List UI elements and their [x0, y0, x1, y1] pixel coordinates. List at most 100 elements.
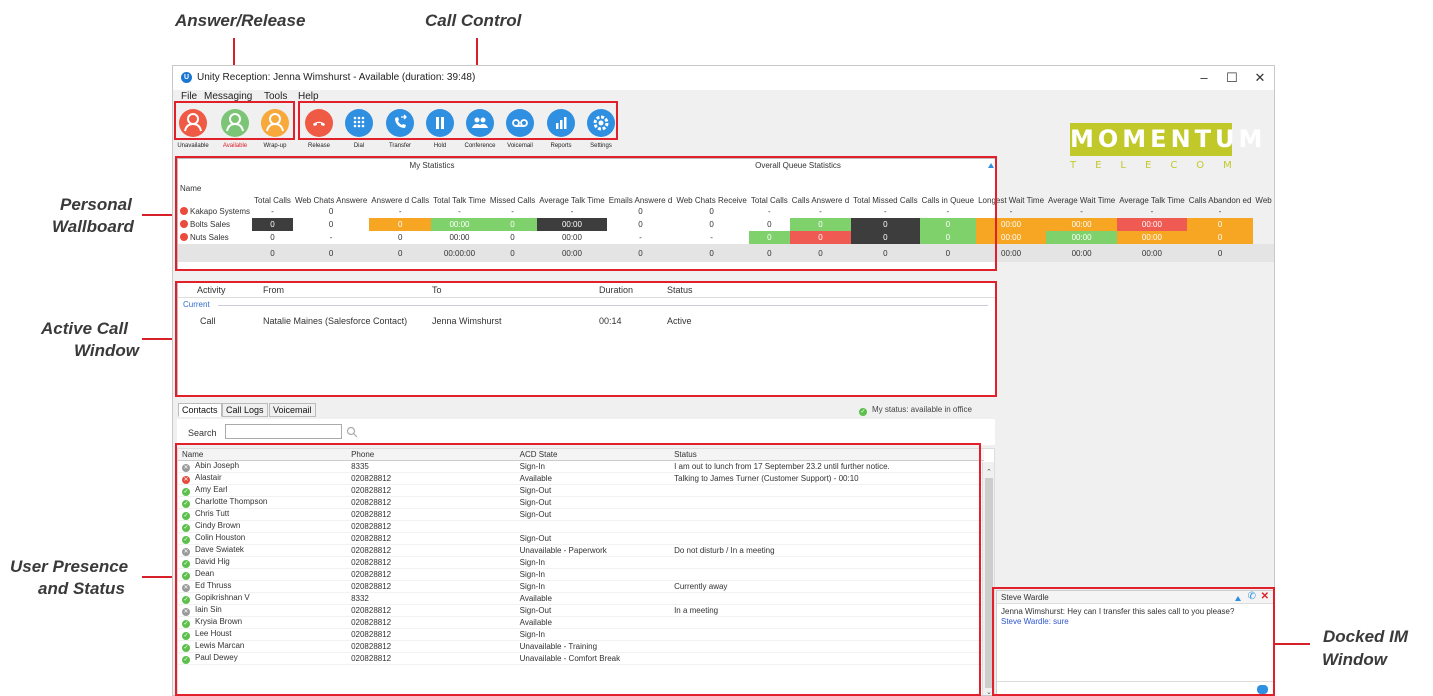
wallboard-column-header[interactable]: Answere d Calls [369, 171, 431, 205]
contact-row[interactable]: ✓ Chris Tutt 020828812 Sign-Out [178, 508, 984, 522]
contact-row[interactable]: ✓ Lewis Marcan 020828812 Unavailable - Trai… [178, 640, 984, 654]
wallboard-column-header[interactable]: Calls Answere d [790, 171, 851, 205]
my-status[interactable]: ✓ My status: available in office [859, 405, 972, 416]
maximize-button[interactable]: ☐ [1217, 70, 1247, 86]
contacts-column-header[interactable]: Name [178, 449, 348, 462]
tab-voicemail[interactable]: Voicemail [269, 403, 316, 417]
contact-row[interactable]: ✓ Colin Houston 020828812 Sign-Out [178, 532, 984, 546]
contacts-column-header[interactable]: Status [670, 449, 984, 462]
search-input[interactable] [225, 424, 342, 439]
call-button-dial[interactable] [345, 109, 373, 137]
contact-row[interactable]: ✓ Amy Earl 020828812 Sign-Out [178, 484, 984, 498]
wallboard-cell: 0 [638, 207, 643, 216]
im-call-icon[interactable]: ✆ [1248, 591, 1256, 602]
wallboard-column-header[interactable]: Calls Abandon ed [1187, 171, 1254, 205]
active-call-row[interactable]: Call Natalie Maines (Salesforce Contact)… [178, 316, 996, 328]
call-button-hold[interactable] [426, 109, 454, 137]
window-title: Unity Reception: Jenna Wimshurst - Avail… [197, 72, 476, 83]
status-button-wrapup[interactable] [261, 109, 289, 137]
menu-help[interactable]: Help [298, 91, 319, 102]
wallboard-column-header[interactable]: Name [178, 171, 252, 205]
active-call-to: Jenna Wimshurst [432, 316, 502, 326]
contact-row[interactable]: ✓ David Hig 020828812 Sign-In [178, 556, 984, 570]
contact-phone: 020828812 [347, 472, 516, 486]
wallboard-queue-name: Kakapo Systems [178, 205, 252, 218]
im-input[interactable] [997, 681, 1273, 695]
wallboard-row[interactable]: Bolts Sales 0 0 0 00:00 0 00:00 0 0 0 0 0 0 00:00 00:0… [178, 218, 1274, 231]
wallboard-column-header[interactable]: Missed Calls [488, 171, 537, 205]
call-button-reports[interactable] [547, 109, 575, 137]
presence-green-icon: ✓ [182, 500, 190, 509]
wallboard-row[interactable]: Nuts Sales 0-0 00:00 0 00:00- -0 0 0 0 00:00 00:00… [178, 231, 1274, 244]
active-call-activity: Call [200, 316, 216, 326]
contact-acd-state: Sign-In [515, 556, 671, 570]
close-button[interactable]: ✕ [1245, 70, 1274, 86]
status-button-unavailable[interactable] [179, 109, 207, 137]
contact-row[interactable]: ✓ Lee Houst 020828812 Sign-In [178, 628, 984, 642]
wallboard-column-header[interactable]: Total Talk Time [431, 171, 488, 205]
wallboard-column-header[interactable]: Average Talk Time [537, 171, 607, 205]
menu-messaging[interactable]: Messaging [204, 91, 252, 102]
scroll-up-arrow-icon[interactable]: ⌃ [986, 468, 992, 476]
active-group-current: Current [183, 300, 210, 309]
contact-row[interactable]: ✓ Krysia Brown 020828812 Available [178, 616, 984, 630]
wallboard-column-header[interactable]: Total Calls [749, 171, 790, 205]
wallboard-row[interactable]: Kakapo Systems-0----00--------01 [178, 205, 1274, 218]
wallboard-column-header[interactable]: Web Chats Answere [293, 171, 369, 205]
minimize-button[interactable]: – [1189, 70, 1219, 85]
wallboard-column-header[interactable]: Average Talk Time [1117, 171, 1187, 205]
wallboard-cell: 00:00 [431, 218, 488, 231]
contact-row[interactable]: ✕ Iain Sin 020828812 Sign-Out In a meeting [178, 604, 984, 618]
im-collapse-icon[interactable] [1235, 596, 1241, 601]
contact-row[interactable]: ✓ Cindy Brown 020828812 [178, 520, 984, 534]
wallboard-column-header[interactable]: Calls in Queue [920, 171, 976, 205]
wallboard-column-header[interactable]: Web Chats Queued [1253, 171, 1274, 205]
wallboard-column-header[interactable]: Average Wait Time [1046, 171, 1117, 205]
contact-phone: 020828812 [347, 484, 516, 498]
search-icon[interactable] [346, 426, 358, 438]
wallboard-column-header[interactable]: Web Chats Receive [674, 171, 749, 205]
contacts-column-header[interactable]: Phone [347, 449, 516, 462]
contact-row[interactable]: ✓ Charlotte Thompson 020828812 Sign-Out [178, 496, 984, 510]
contacts-column-header[interactable]: ACD State [515, 449, 671, 462]
contacts-scrollbar[interactable]: ⌃ ⌄ [982, 462, 994, 695]
contact-row[interactable]: ✕ Abin Joseph 8335 Sign-In I am out to lunch… [178, 460, 984, 474]
call-button-release[interactable] [305, 109, 333, 137]
wallboard-column-header[interactable]: Longest Wait Time [976, 171, 1046, 205]
contact-row[interactable]: ✓ Paul Dewey 020828812 Unavailable - Comfor… [178, 652, 984, 666]
scrollbar-thumb[interactable] [985, 478, 993, 688]
status-button-available[interactable] [221, 109, 249, 137]
contact-row[interactable]: ✓ Gopikrishnan V 8332 Available [178, 592, 984, 606]
contact-row[interactable]: ✕ Dave Swiatek 020828812 Unavailable - Pape… [178, 544, 984, 558]
contact-acd-state: Sign-In [515, 580, 671, 594]
wallboard-cell: 0 [851, 218, 920, 231]
wallboard-total-cell: 0 [709, 248, 714, 258]
wallboard-column-header[interactable]: Emails Answere d [607, 171, 675, 205]
call-button-voicemail[interactable] [506, 109, 534, 137]
my-status-text: My status: available in office [872, 405, 972, 414]
chat-bubble-icon[interactable] [1257, 685, 1268, 694]
contact-status [670, 616, 984, 630]
tab-contacts[interactable]: Contacts [178, 403, 222, 417]
wallboard-cell: - [710, 233, 713, 242]
tab-call-logs[interactable]: Call Logs [222, 403, 268, 417]
call-button-transfer[interactable] [386, 109, 414, 137]
contact-row[interactable]: ✕ Alastair 020828812 Available Talking to Ja… [178, 472, 984, 486]
contact-row[interactable]: ✓ Dean 020828812 Sign-In [178, 568, 984, 582]
scroll-down-arrow-icon[interactable]: ⌄ [986, 688, 992, 695]
call-button-conference[interactable] [466, 109, 494, 137]
contact-status: Currently away [670, 580, 984, 594]
scroll-up-icon[interactable] [988, 163, 994, 168]
contact-row[interactable]: ✕ Ed Thruss 020828812 Sign-In Currently away [178, 580, 984, 594]
contact-phone: 020828812 [347, 640, 516, 654]
wallboard-cell: 0 [369, 218, 432, 231]
wallboard-column-header[interactable]: Total Calls [252, 171, 293, 205]
wallboard-column-header[interactable]: Total Missed Calls [851, 171, 919, 205]
call-button-settings[interactable] [587, 109, 615, 137]
contact-status [670, 496, 984, 510]
contact-phone: 020828812 [347, 520, 516, 534]
menu-tools[interactable]: Tools [264, 91, 287, 102]
im-close-icon[interactable]: ✕ [1261, 591, 1269, 602]
contact-name: ✓ Charlotte Thompson [178, 496, 348, 510]
menu-file[interactable]: File [181, 91, 197, 102]
